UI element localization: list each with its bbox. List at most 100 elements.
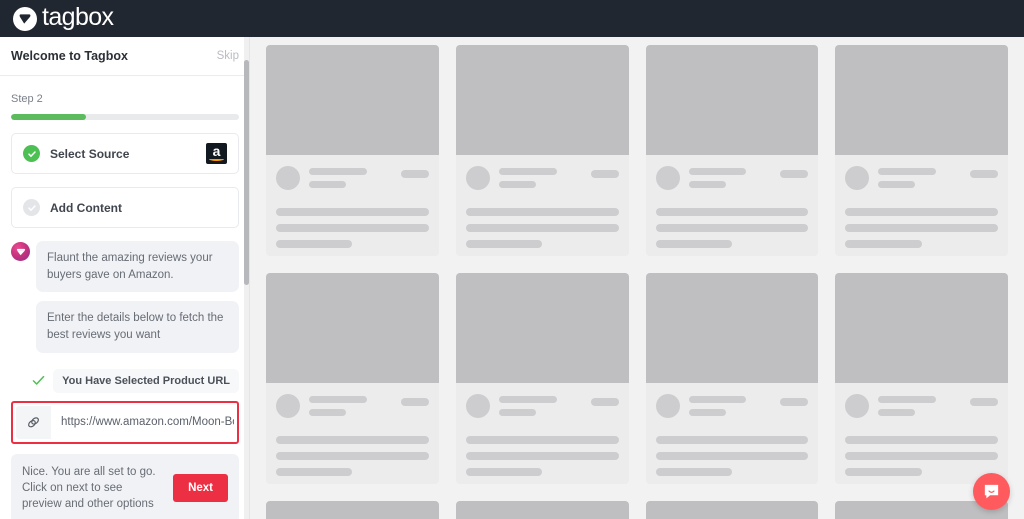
amazon-smile-arrow	[209, 157, 224, 161]
skeleton-pill	[970, 398, 998, 406]
skeleton-line	[878, 181, 916, 188]
next-button[interactable]: Next	[173, 474, 228, 503]
skeleton-paragraphs	[655, 436, 809, 476]
skeleton-header	[655, 394, 809, 418]
top-header-bar: tagbox	[0, 0, 1024, 37]
skeleton-line	[688, 409, 726, 416]
tagbox-bot-avatar	[11, 242, 30, 261]
sidebar-step-label: Select Source	[50, 146, 130, 161]
skeleton-line	[276, 208, 429, 216]
skeleton-line	[465, 436, 619, 444]
skeleton-line	[276, 436, 429, 444]
skeleton-avatar	[655, 394, 680, 418]
skeleton-line	[845, 468, 922, 476]
skeleton-avatar	[276, 394, 300, 418]
skeleton-headlines	[688, 166, 772, 188]
skeleton-image	[266, 45, 439, 155]
skeleton-line	[276, 224, 429, 232]
skeleton-line	[845, 240, 922, 248]
skeleton-paragraphs	[465, 208, 619, 248]
skeleton-body	[646, 155, 819, 256]
skeleton-pill	[970, 170, 998, 178]
skeleton-pill	[780, 170, 809, 178]
skeleton-pill	[400, 398, 429, 406]
skip-link[interactable]: Skip	[217, 50, 239, 62]
check-circle-icon	[23, 145, 40, 162]
check-circle-icon	[23, 199, 40, 216]
skeleton-line	[655, 224, 809, 232]
skeleton-paragraphs	[276, 208, 429, 248]
brand-logo-text: tagbox	[42, 3, 114, 31]
progress-fill	[11, 114, 87, 120]
skeleton-line	[655, 468, 732, 476]
skeleton-line	[655, 452, 809, 460]
skeleton-card	[835, 273, 1008, 484]
skeleton-line	[498, 181, 536, 188]
onboarding-progress-bar	[11, 114, 239, 120]
skeleton-header	[465, 394, 619, 418]
sidebar-step-select-source[interactable]: Select Source a	[11, 133, 239, 174]
skeleton-line	[276, 468, 353, 476]
next-step-note-text: Nice. You are all set to go. Click on ne…	[22, 465, 156, 511]
skeleton-line	[655, 208, 809, 216]
skeleton-line	[498, 409, 536, 416]
sidebar-scrollbar-thumb[interactable]	[244, 60, 249, 285]
link-icon	[16, 405, 51, 439]
skeleton-line	[309, 396, 367, 403]
skeleton-line	[655, 240, 732, 248]
skeleton-card	[645, 273, 819, 484]
skeleton-line	[465, 452, 619, 460]
skeleton-body	[835, 383, 1008, 484]
skeleton-header	[276, 394, 429, 418]
skeleton-pill	[780, 398, 809, 406]
skeleton-header	[845, 166, 998, 190]
skeleton-line	[845, 436, 998, 444]
skeleton-card	[455, 273, 629, 484]
skeleton-line	[465, 224, 619, 232]
next-step-note: Nice. You are all set to go. Click on ne…	[11, 453, 239, 519]
skeleton-line	[498, 168, 557, 175]
skeleton-line	[688, 168, 747, 175]
skeleton-card	[266, 273, 439, 484]
skeleton-avatar	[276, 166, 300, 190]
brand-logo[interactable]: tagbox	[13, 3, 114, 32]
assistant-message-list: Flaunt the amazing reviews your buyers g…	[36, 241, 239, 353]
skeleton-header	[845, 394, 998, 418]
skeleton-headlines	[498, 166, 582, 188]
skeleton-headlines	[498, 394, 582, 416]
skeleton-image	[645, 45, 819, 155]
app-root: tagbox Welcome to Tagbox Skip Step 2 Sel…	[0, 0, 1024, 519]
skeleton-card	[835, 45, 1008, 256]
skeleton-headlines	[688, 394, 772, 416]
skeleton-card	[266, 45, 439, 256]
skeleton-image	[835, 45, 1008, 155]
url-input-group[interactable]	[16, 405, 234, 439]
skeleton-avatar	[465, 166, 490, 190]
step-indicator-label: Step 2	[11, 93, 43, 105]
skeleton-body	[456, 383, 629, 484]
selected-source-row: You Have Selected Product URL	[11, 368, 239, 393]
skeleton-line	[465, 208, 619, 216]
skeleton-headlines	[309, 394, 392, 416]
skeleton-pill	[400, 170, 429, 178]
skeleton-image	[835, 273, 1008, 383]
intercom-launcher-button[interactable]	[973, 473, 1010, 510]
skeleton-paragraphs	[655, 208, 809, 248]
skeleton-line	[276, 452, 429, 460]
skeleton-body	[835, 155, 1008, 256]
check-icon	[32, 375, 45, 386]
url-input-highlight	[11, 400, 239, 444]
sidebar-step-add-content[interactable]: Add Content	[11, 187, 239, 228]
skeleton-line	[498, 396, 557, 403]
skeleton-line	[845, 224, 998, 232]
skeleton-headlines	[878, 394, 961, 416]
onboarding-sidebar: Welcome to Tagbox Skip Step 2 Select Sou…	[0, 37, 250, 519]
assistant-chat-block: Flaunt the amazing reviews your buyers g…	[11, 241, 239, 353]
skeleton-line	[878, 396, 937, 403]
skeleton-paragraphs	[276, 436, 429, 476]
skeleton-body	[456, 155, 629, 256]
skeleton-pill	[590, 398, 619, 406]
skeleton-paragraphs	[845, 208, 998, 248]
url-input[interactable]	[51, 405, 234, 439]
skeleton-image	[266, 273, 439, 383]
